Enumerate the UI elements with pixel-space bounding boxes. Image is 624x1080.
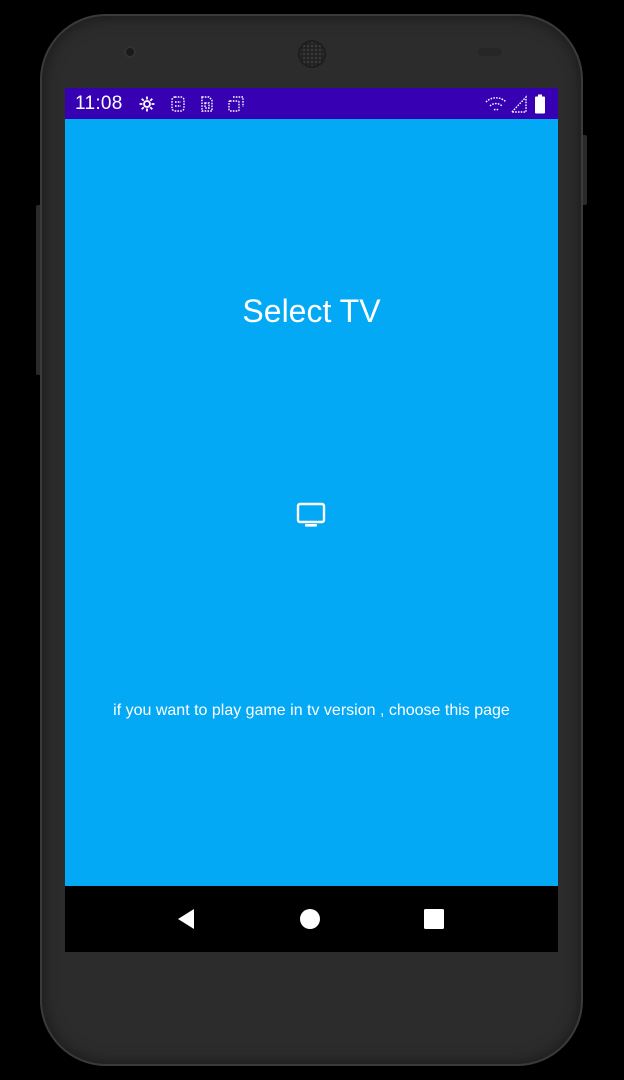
earpiece-speaker <box>298 40 326 68</box>
navigation-bar <box>65 886 558 952</box>
recents-icon[interactable] <box>420 905 448 933</box>
home-icon[interactable] <box>296 905 324 933</box>
sync-icon <box>228 96 244 112</box>
sim-icon <box>201 96 213 112</box>
front-camera <box>124 46 136 58</box>
wifi-icon <box>485 97 507 111</box>
tv-icon[interactable] <box>295 499 327 531</box>
screen: 11:08 Select TV if you want to play game… <box>65 88 558 952</box>
settings-icon <box>139 96 155 112</box>
select-tv-page: Select TV if you want to play game in tv… <box>65 119 558 886</box>
page-title: Select TV <box>242 293 381 329</box>
status-bar: 11:08 <box>65 88 558 119</box>
battery-icon <box>535 94 545 114</box>
status-time: 11:08 <box>75 93 123 114</box>
debug-icon <box>171 96 185 112</box>
hint-text: if you want to play game in tv version ,… <box>113 702 510 719</box>
signal-icon <box>510 95 527 113</box>
back-icon[interactable] <box>172 905 200 933</box>
proximity-sensor <box>478 48 502 56</box>
